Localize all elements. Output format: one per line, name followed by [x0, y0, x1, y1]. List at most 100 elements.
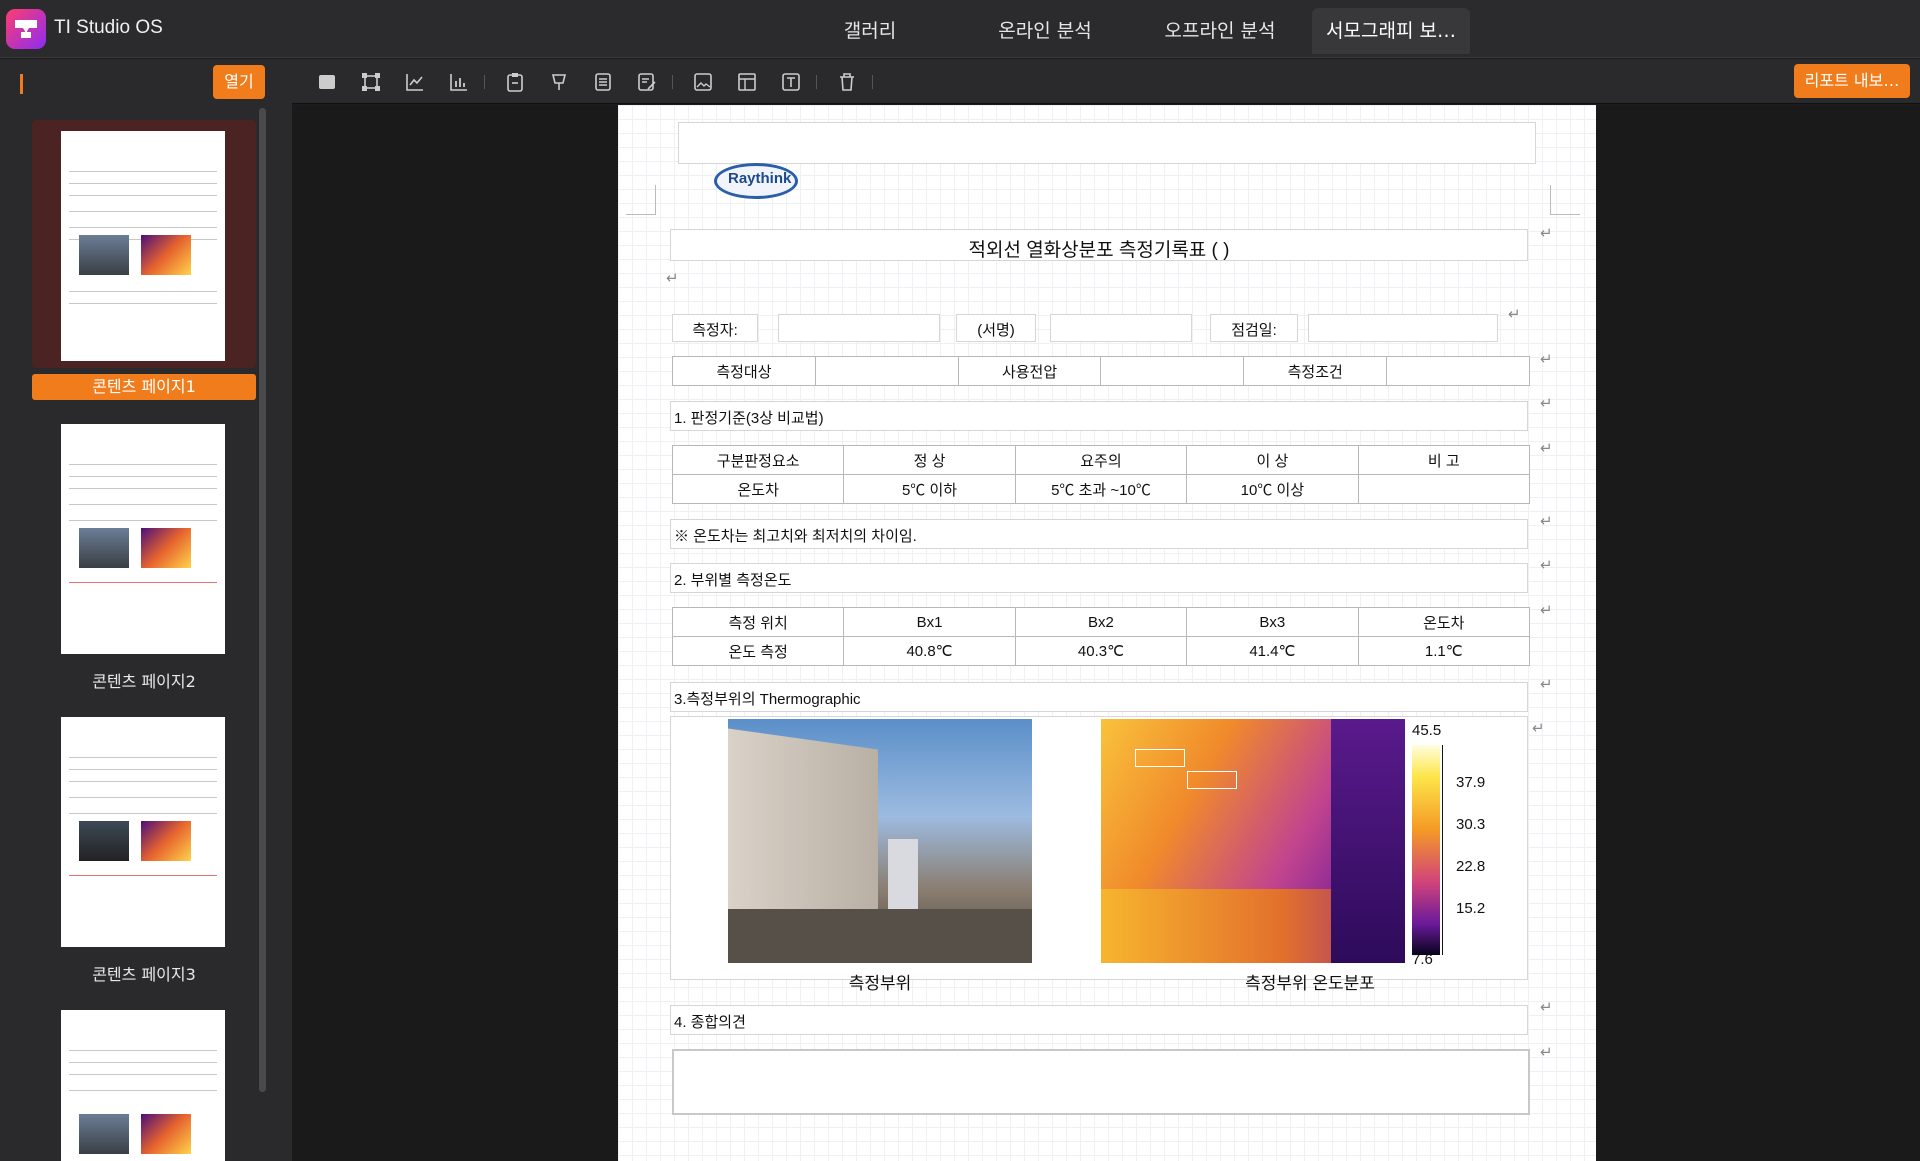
section4-heading: 4. 종합의견	[674, 1014, 746, 1031]
criteria-table[interactable]: 구분판정요소 정 상 요주의 이 상 비 고 온도차 5℃ 이하 5℃ 초과 ~…	[671, 445, 1531, 504]
criteria-header-cell: 이 상	[1186, 445, 1359, 475]
return-mark: ↵	[1540, 224, 1553, 242]
photo-caption: 측정부위	[848, 974, 912, 993]
tab-offline-analysis[interactable]: 오프라인 분석	[1150, 8, 1290, 54]
return-mark: ↵	[1540, 601, 1553, 619]
app-window: TI Studio OS 갤러리 온라인 분석 오프라인 분석 서모그래피 보……	[0, 0, 1920, 1161]
overall-opinion-input[interactable]	[672, 1049, 1530, 1115]
page-thumbnail-4[interactable]	[61, 1010, 225, 1161]
site-photo[interactable]	[728, 719, 1032, 963]
measurer-label: 측정자:	[692, 322, 738, 339]
app-title: TI Studio OS	[54, 17, 163, 38]
temperature-scale-bar	[1412, 745, 1440, 955]
temp-header-cell: 온도차	[1357, 607, 1531, 637]
thermal-caption: 측정부위 온도분포	[1245, 974, 1375, 993]
return-mark: ↵	[1532, 719, 1545, 737]
sign-input[interactable]	[1050, 314, 1192, 342]
tab-online-analysis[interactable]: 온라인 분석	[975, 8, 1115, 54]
voltage-input[interactable]	[1100, 356, 1245, 386]
probe-icon[interactable]	[548, 71, 570, 93]
image-icon[interactable]	[692, 71, 714, 93]
tab-gallery[interactable]: 갤러리	[820, 8, 920, 54]
criteria-header-cell: 정 상	[843, 445, 1016, 475]
criteria-header-cell: 구분판정요소	[671, 445, 845, 475]
section1-heading: 1. 판정기준(3상 비교법)	[674, 410, 824, 427]
logo-text: Raythink	[728, 170, 792, 187]
export-report-button[interactable]: 리포트 내보…	[1794, 64, 1910, 98]
section2-heading: 2. 부위별 측정온도	[674, 572, 792, 589]
temp-header-cell: Bx3	[1186, 607, 1359, 637]
criteria-header-cell: 비 고	[1357, 445, 1531, 475]
bar-chart-icon[interactable]	[448, 71, 470, 93]
scale-min: 7.6	[1412, 951, 1433, 968]
scale-tick: 30.3	[1456, 816, 1486, 833]
tab-thermography-report[interactable]: 서모그래피 보…	[1312, 8, 1470, 54]
list-icon[interactable]	[592, 71, 614, 93]
edit-note-icon[interactable]	[636, 71, 658, 93]
return-mark: ↵	[1508, 305, 1521, 323]
criteria-cell[interactable]	[1357, 474, 1531, 504]
temperature-table[interactable]: 측정 위치 Bx1 Bx2 Bx3 온도차 온도 측정 40.8℃ 40.3℃ …	[671, 607, 1531, 666]
section2-field[interactable]	[670, 563, 1528, 593]
voltage-label: 사용전압	[957, 356, 1102, 386]
return-mark: ↵	[1540, 998, 1553, 1016]
criteria-header-cell: 요주의	[1014, 445, 1188, 475]
temp-cell[interactable]: 1.1℃	[1357, 636, 1531, 666]
date-input[interactable]	[1308, 314, 1498, 342]
criteria-cell[interactable]: 10℃ 이상	[1186, 474, 1359, 504]
box-tool-icon[interactable]	[360, 71, 382, 93]
temp-header-cell: Bx1	[843, 607, 1016, 637]
target-input[interactable]	[814, 356, 959, 386]
report-title: 적외선 열화상분포 측정기록표 ( )	[968, 240, 1230, 261]
criteria-cell[interactable]: 5℃ 이하	[843, 474, 1016, 504]
page-label-1[interactable]: 콘텐츠 페이지1	[32, 374, 256, 400]
temperature-clipboard-icon[interactable]	[504, 71, 526, 93]
return-mark: ↵	[1540, 675, 1553, 693]
line-chart-icon[interactable]	[404, 71, 426, 93]
page-thumbnail-1[interactable]	[61, 131, 225, 361]
page-list-scrollbar[interactable]	[259, 108, 266, 1092]
report-page[interactable]: Raythink 적외선 열화상분포 측정기록표 ( ) ↵ ↵ 측정자: (서…	[618, 105, 1596, 1161]
page-thumbnail-2[interactable]	[61, 424, 225, 654]
return-mark: ↵	[1540, 1043, 1553, 1061]
header-area[interactable]	[678, 122, 1536, 164]
temp-header-cell: 측정 위치	[671, 607, 845, 637]
title-bar: TI Studio OS 갤러리 온라인 분석 오프라인 분석 서모그래피 보…	[0, 0, 1920, 58]
thermal-image[interactable]	[1101, 719, 1405, 963]
page-label-3[interactable]: 콘텐츠 페이지3	[32, 961, 256, 985]
date-label: 점검일:	[1231, 322, 1277, 339]
note-text: ※ 온도차는 최고치와 최저치의 차이임.	[674, 528, 917, 545]
editor-toolbar	[292, 59, 1920, 104]
condition-input[interactable]	[1386, 356, 1530, 386]
page-thumbnail-3[interactable]	[61, 717, 225, 947]
return-mark: ↵	[1540, 394, 1553, 412]
measurer-input[interactable]	[778, 314, 940, 342]
page-label-2[interactable]: 콘텐츠 페이지2	[32, 668, 256, 692]
section3-heading: 3.측정부위의 Thermographic	[674, 691, 861, 708]
text-icon[interactable]	[780, 71, 802, 93]
temp-cell[interactable]: 온도 측정	[671, 636, 845, 666]
table-icon[interactable]	[736, 71, 758, 93]
scale-tick: 15.2	[1456, 900, 1486, 917]
open-button[interactable]: 열기	[213, 65, 265, 99]
target-table[interactable]: 측정대상 사용전압 측정조건	[672, 356, 1530, 386]
condition-label: 측정조건	[1243, 356, 1388, 386]
return-mark: ↵	[1540, 350, 1553, 368]
trash-icon[interactable]	[836, 71, 858, 93]
scale-max: 45.5	[1412, 722, 1442, 739]
temp-cell[interactable]: 40.3℃	[1014, 636, 1188, 666]
rectangle-tool-icon[interactable]	[316, 71, 338, 93]
section4-field[interactable]	[670, 1005, 1528, 1035]
temp-cell[interactable]: 40.8℃	[843, 636, 1016, 666]
temp-header-cell: Bx2	[1014, 607, 1188, 637]
scale-tick: 22.8	[1456, 858, 1486, 875]
criteria-cell[interactable]: 5℃ 초과 ~10℃	[1014, 474, 1188, 504]
target-label: 측정대상	[672, 356, 816, 386]
scale-tick: 37.9	[1456, 774, 1486, 791]
return-mark: ↵	[1540, 512, 1553, 530]
criteria-cell[interactable]: 온도차	[671, 474, 845, 504]
return-mark: ↵	[1540, 439, 1553, 457]
return-mark: ↵	[666, 269, 679, 287]
temp-cell[interactable]: 41.4℃	[1186, 636, 1359, 666]
app-logo-icon	[6, 9, 46, 49]
